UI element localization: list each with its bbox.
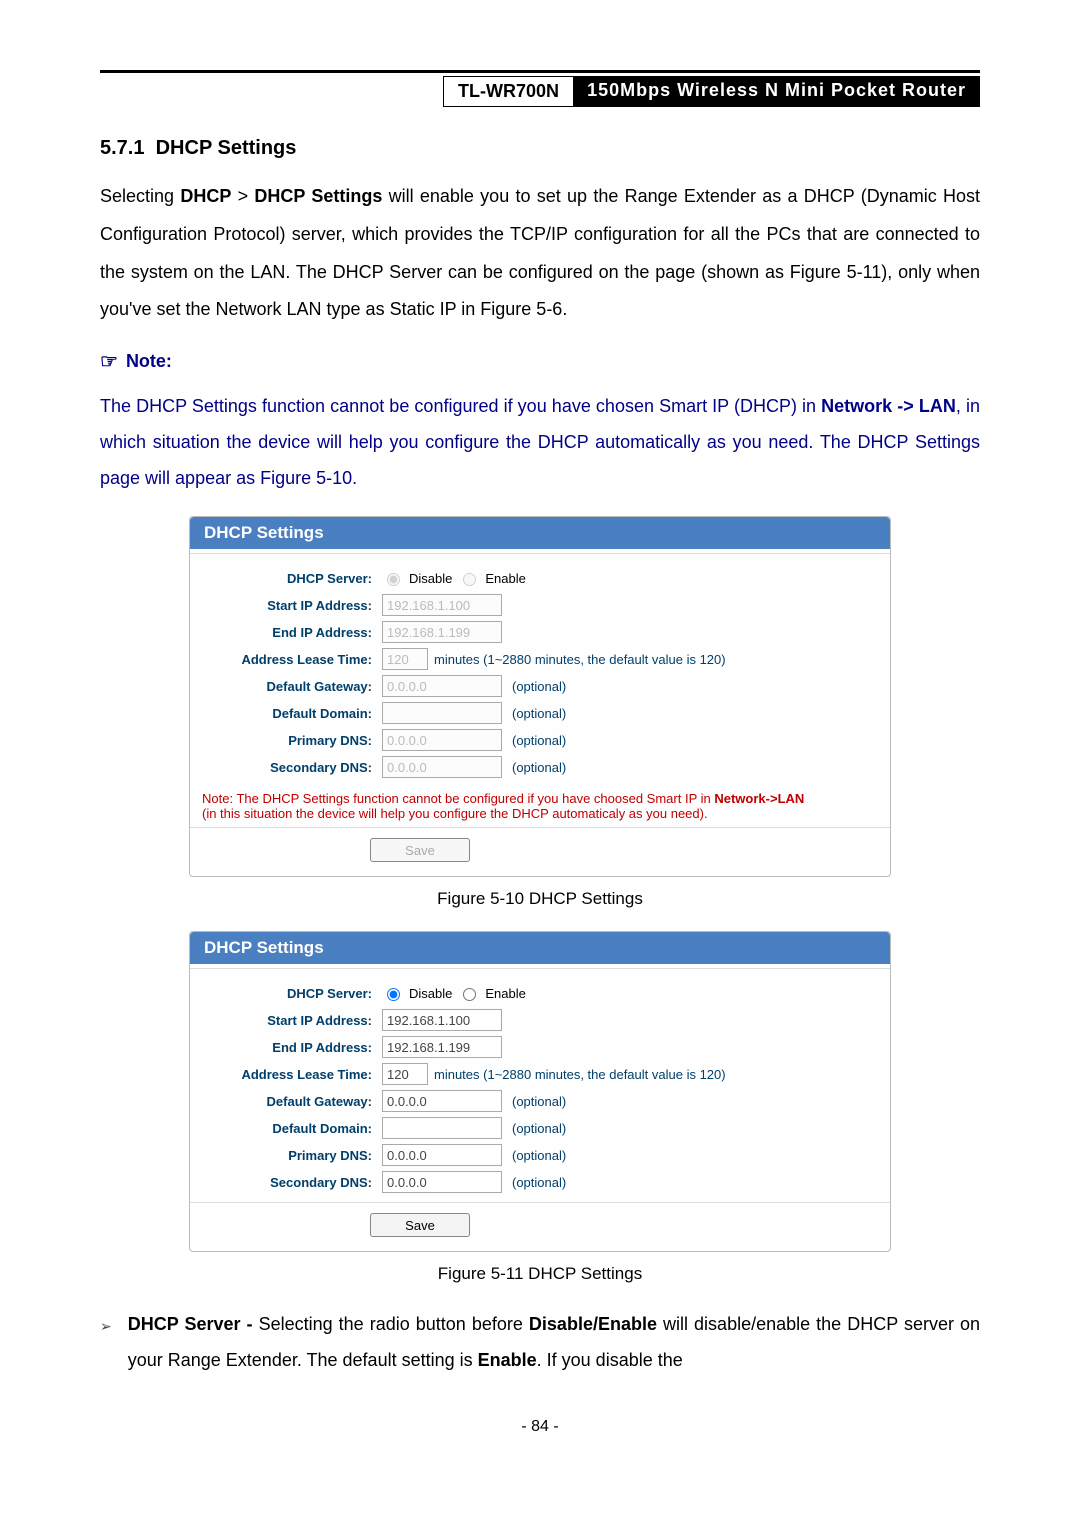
input-gateway[interactable] <box>382 675 502 697</box>
panel-title: DHCP Settings <box>190 517 890 549</box>
intro-paragraph: Selecting DHCP > DHCP Settings will enab… <box>100 178 980 329</box>
optional-label: (optional) <box>512 1175 566 1190</box>
label-end-ip: End IP Address: <box>202 625 382 640</box>
label-lease: Address Lease Time: <box>202 652 382 667</box>
header-rule <box>100 70 980 73</box>
input-pdns[interactable] <box>382 729 502 751</box>
save-button[interactable]: Save <box>370 838 470 862</box>
text: The DHCP Settings function cannot be con… <box>100 396 821 416</box>
input-domain[interactable] <box>382 702 502 724</box>
text: will enable you to set up the Range Exte… <box>100 186 980 319</box>
optional-label: (optional) <box>512 706 566 721</box>
section-name: DHCP Settings <box>156 137 297 159</box>
panel-title: DHCP Settings <box>190 932 890 964</box>
section-title: 5.7.1 DHCP Settings <box>100 137 980 160</box>
label-dhcp-server: DHCP Server: <box>202 571 382 586</box>
text-bold: DHCP Settings <box>254 186 382 206</box>
input-sdns[interactable] <box>382 756 502 778</box>
input-start-ip[interactable] <box>382 594 502 616</box>
text-bold: DHCP <box>180 186 231 206</box>
header-model: TL-WR700N <box>443 76 573 107</box>
warn-text: (in this situation the device will help … <box>202 806 708 821</box>
input-sdns[interactable] <box>382 1171 502 1193</box>
label-gateway: Default Gateway: <box>202 679 382 694</box>
radio-enable[interactable] <box>463 988 476 1001</box>
figure-5-11-caption: Figure 5-11 DHCP Settings <box>100 1264 980 1284</box>
note-header: ☞ Note: <box>100 349 980 374</box>
save-button[interactable]: Save <box>370 1213 470 1237</box>
page-number: - 84 - <box>100 1418 980 1436</box>
lease-hint: minutes (1~2880 minutes, the default val… <box>434 652 726 667</box>
bullet-icon: ➢ <box>100 1306 112 1378</box>
input-pdns[interactable] <box>382 1144 502 1166</box>
label-dhcp-server: DHCP Server: <box>202 986 382 1001</box>
text-bold: Enable <box>478 1350 537 1370</box>
label-domain: Default Domain: <box>202 706 382 721</box>
warn-bold: Network->LAN <box>714 791 804 806</box>
label-end-ip: End IP Address: <box>202 1040 382 1055</box>
input-lease[interactable] <box>382 648 428 670</box>
text-bold: DHCP Server - <box>128 1314 259 1334</box>
panel-footer: Save <box>190 827 890 876</box>
warn-text: Note: The DHCP Settings function cannot … <box>202 791 714 806</box>
bullet-dhcp-server: ➢ DHCP Server - Selecting the radio butt… <box>100 1306 980 1378</box>
label-sdns: Secondary DNS: <box>202 760 382 775</box>
radio-disable[interactable] <box>387 988 400 1001</box>
radio-enable-label: Enable <box>485 571 525 586</box>
lease-hint: minutes (1~2880 minutes, the default val… <box>434 1067 726 1082</box>
radio-enable[interactable] <box>463 573 476 586</box>
note-paragraph: The DHCP Settings function cannot be con… <box>100 388 980 496</box>
input-domain[interactable] <box>382 1117 502 1139</box>
optional-label: (optional) <box>512 733 566 748</box>
optional-label: (optional) <box>512 1121 566 1136</box>
radio-disable-label: Disable <box>409 571 452 586</box>
dhcp-settings-panel-disabled: DHCP Settings DHCP Server: Disable Enabl… <box>189 516 891 877</box>
panel-warning: Note: The DHCP Settings function cannot … <box>190 787 890 827</box>
optional-label: (optional) <box>512 760 566 775</box>
dhcp-settings-panel-enabled: DHCP Settings DHCP Server: Disable Enabl… <box>189 931 891 1252</box>
text: > <box>231 186 254 206</box>
input-gateway[interactable] <box>382 1090 502 1112</box>
label-pdns: Primary DNS: <box>202 733 382 748</box>
optional-label: (optional) <box>512 679 566 694</box>
input-lease[interactable] <box>382 1063 428 1085</box>
radio-disable-label: Disable <box>409 986 452 1001</box>
label-start-ip: Start IP Address: <box>202 598 382 613</box>
note-label: Note: <box>126 351 172 372</box>
text: Selecting <box>100 186 180 206</box>
optional-label: (optional) <box>512 1094 566 1109</box>
section-number: 5.7.1 <box>100 137 144 159</box>
text-bold: Disable/Enable <box>529 1314 657 1334</box>
text: Selecting the radio button before <box>259 1314 529 1334</box>
input-end-ip[interactable] <box>382 621 502 643</box>
optional-label: (optional) <box>512 1148 566 1163</box>
header-bar: TL-WR700N 150Mbps Wireless N Mini Pocket… <box>100 76 980 107</box>
text: . If you disable the <box>537 1350 683 1370</box>
header-desc: 150Mbps Wireless N Mini Pocket Router <box>573 76 980 107</box>
figure-5-10: DHCP Settings DHCP Server: Disable Enabl… <box>100 516 980 877</box>
figure-5-11: DHCP Settings DHCP Server: Disable Enabl… <box>100 931 980 1252</box>
label-start-ip: Start IP Address: <box>202 1013 382 1028</box>
radio-enable-label: Enable <box>485 986 525 1001</box>
label-lease: Address Lease Time: <box>202 1067 382 1082</box>
input-end-ip[interactable] <box>382 1036 502 1058</box>
input-start-ip[interactable] <box>382 1009 502 1031</box>
radio-disable[interactable] <box>387 573 400 586</box>
figure-5-10-caption: Figure 5-10 DHCP Settings <box>100 889 980 909</box>
text-bold: Network -> LAN <box>821 396 956 416</box>
label-domain: Default Domain: <box>202 1121 382 1136</box>
panel-footer: Save <box>190 1202 890 1251</box>
label-pdns: Primary DNS: <box>202 1148 382 1163</box>
label-sdns: Secondary DNS: <box>202 1175 382 1190</box>
pointing-hand-icon: ☞ <box>100 349 118 374</box>
label-gateway: Default Gateway: <box>202 1094 382 1109</box>
